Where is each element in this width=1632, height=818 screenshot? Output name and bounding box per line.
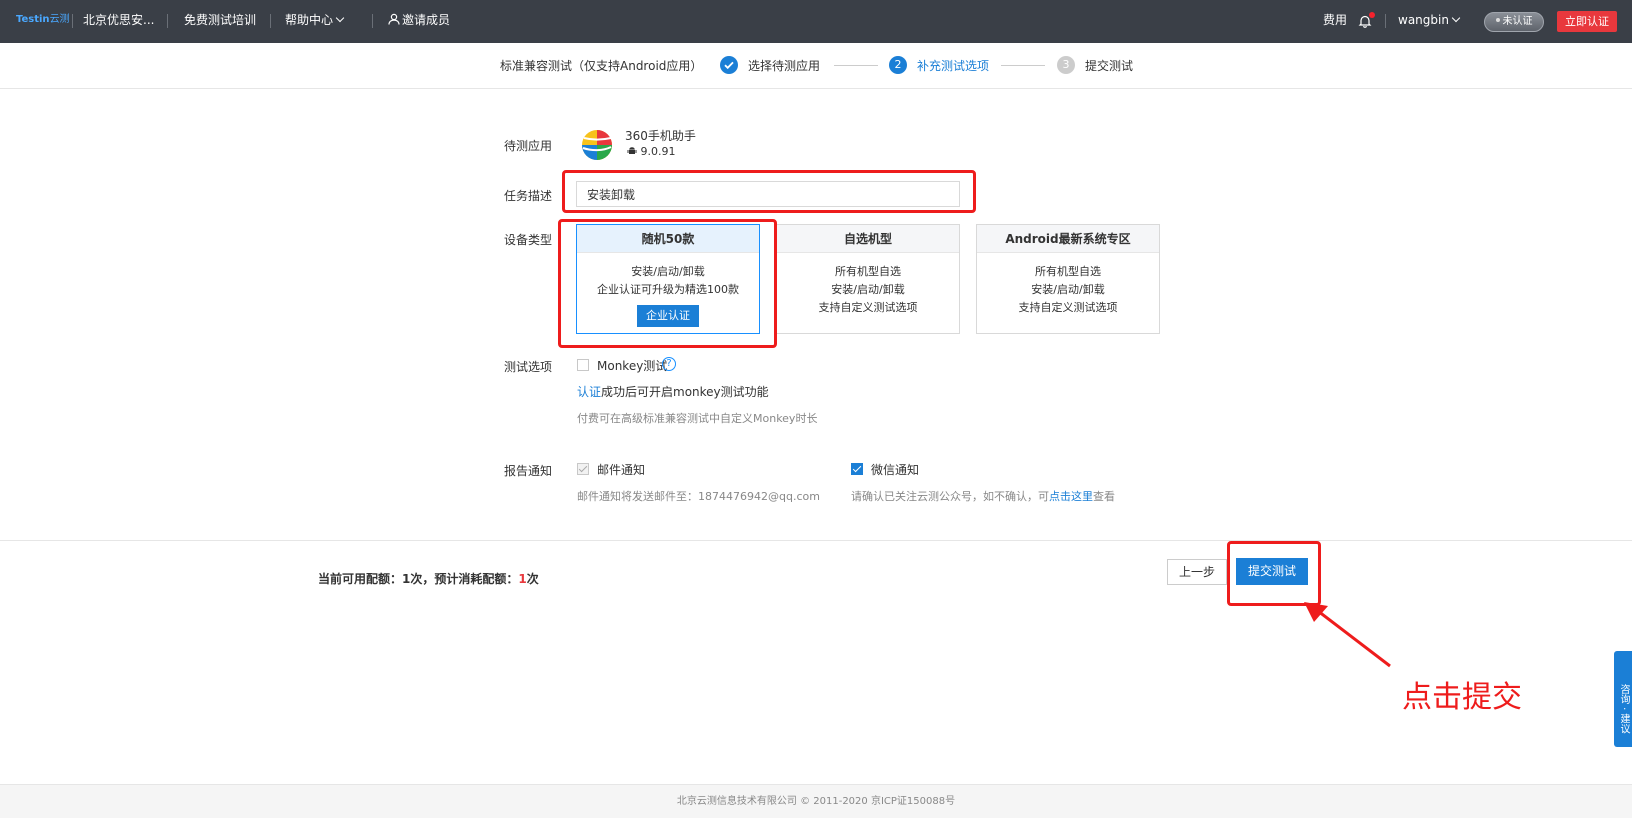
top-nav: Testin云测 北京优思安... 免费测试培训 帮助中心 邀请成员 费用 wa… — [0, 0, 1632, 43]
step-3-number: 3 — [1057, 56, 1075, 74]
wechat-notify-checkbox[interactable] — [851, 463, 863, 475]
card-line: 安装/启动/卸载 — [1031, 283, 1105, 296]
nav-fee[interactable]: 费用 — [1323, 0, 1347, 43]
email-note: 邮件通知将发送邮件至：1874476942@qq.com — [577, 490, 820, 503]
username: wangbin — [1398, 13, 1449, 27]
step-connector — [1001, 65, 1045, 66]
nav-help-label: 帮助中心 — [285, 13, 334, 27]
test-options-label: 测试选项 — [504, 360, 553, 374]
email-notify-checkbox — [577, 463, 589, 475]
notification-dot — [1369, 12, 1375, 18]
step-title: 标准兼容测试（仅支持Android应用） — [500, 59, 703, 73]
card-title: 自选机型 — [777, 225, 959, 253]
card-line: 安装/启动/卸载 — [831, 283, 905, 296]
monkey-note: 付费可在高级标准兼容测试中自定义Monkey时长 — [577, 412, 818, 425]
monkey-checkbox[interactable] — [577, 359, 589, 371]
logo[interactable]: Testin云测 — [16, 10, 70, 25]
app-label: 待测应用 — [504, 139, 553, 153]
feedback-side-tab[interactable]: 咨询 · 建议 — [1614, 651, 1632, 747]
android-icon — [627, 147, 637, 154]
nav-divider — [270, 14, 271, 28]
footer: 北京云测信息技术有限公司 © 2011-2020 京ICP证150088号 — [0, 784, 1632, 818]
app-version: 9.0.91 — [627, 145, 676, 158]
card-title: Android最新系统专区 — [977, 225, 1159, 253]
chevron-down-icon — [1451, 13, 1461, 23]
chevron-down-icon — [335, 13, 345, 23]
nav-invite-label: 邀请成员 — [402, 13, 451, 27]
step-3-label: 提交测试 — [1085, 59, 1134, 73]
card-line: 所有机型自选 — [835, 265, 901, 278]
user-icon — [388, 13, 400, 25]
nav-training[interactable]: 免费测试培训 — [184, 0, 256, 43]
card-line: 支持自定义测试选项 — [818, 301, 918, 314]
task-label: 任务描述 — [504, 189, 553, 203]
report-label: 报告通知 — [504, 464, 553, 478]
device-card-custom[interactable]: 自选机型 所有机型自选 安装/启动/卸载 支持自定义测试选项 — [776, 224, 960, 334]
divider — [0, 540, 1632, 541]
nav-divider — [1385, 14, 1386, 28]
step-connector — [834, 65, 878, 66]
card-line: 支持自定义测试选项 — [1018, 301, 1118, 314]
step-1-label: 选择待测应用 — [748, 59, 821, 73]
help-icon[interactable]: ? — [662, 357, 676, 371]
user-menu[interactable]: wangbin — [1398, 0, 1461, 43]
nav-invite[interactable]: 邀请成员 — [388, 0, 450, 43]
monkey-label: Monkey测试 — [597, 359, 668, 373]
device-type-label: 设备类型 — [504, 233, 553, 247]
annotation-text: 点击提交 — [1402, 680, 1522, 715]
org-switcher[interactable]: 北京优思安... — [83, 0, 154, 43]
verify-now-button[interactable]: 立即认证 — [1557, 11, 1617, 32]
quota-text: 当前可用配额：1次，预计消耗配额：1次 — [318, 572, 539, 586]
step-2-number: 2 — [889, 56, 907, 74]
annotation-arrow-icon — [1304, 602, 1391, 668]
app-name: 360手机助手 — [625, 129, 696, 143]
auth-hint-text: 成功后可开启monkey测试功能 — [601, 385, 769, 399]
annotation-box-device — [558, 219, 777, 348]
email-notify-label: 邮件通知 — [597, 463, 646, 477]
nav-divider — [167, 14, 168, 28]
nav-divider — [372, 14, 373, 28]
wechat-link[interactable]: 点击这里 — [1049, 490, 1093, 503]
prev-step-button[interactable]: 上一步 — [1167, 559, 1227, 585]
unverified-badge: 未认证 — [1484, 12, 1544, 32]
device-card-android-latest[interactable]: Android最新系统专区 所有机型自选 安装/启动/卸载 支持自定义测试选项 — [976, 224, 1160, 334]
check-icon — [720, 56, 738, 74]
wechat-note: 请确认已关注云测公众号，如不确认，可点击这里查看 — [851, 490, 1115, 503]
step-bar: 标准兼容测试（仅支持Android应用） 选择待测应用 2 补充测试选项 3 提… — [0, 43, 1632, 89]
monkey-auth-hint: 认证成功后可开启monkey测试功能 — [577, 383, 769, 400]
nav-divider — [72, 14, 73, 28]
annotation-box-submit — [1227, 541, 1321, 606]
app-icon — [582, 130, 612, 160]
card-line: 所有机型自选 — [1035, 265, 1101, 278]
wechat-notify-label: 微信通知 — [871, 463, 920, 477]
auth-link[interactable]: 认证 — [577, 385, 601, 399]
app-version-text: 9.0.91 — [640, 145, 676, 158]
step-2-label: 补充测试选项 — [917, 59, 990, 73]
nav-help[interactable]: 帮助中心 — [285, 0, 345, 43]
annotation-box-task — [562, 170, 976, 213]
